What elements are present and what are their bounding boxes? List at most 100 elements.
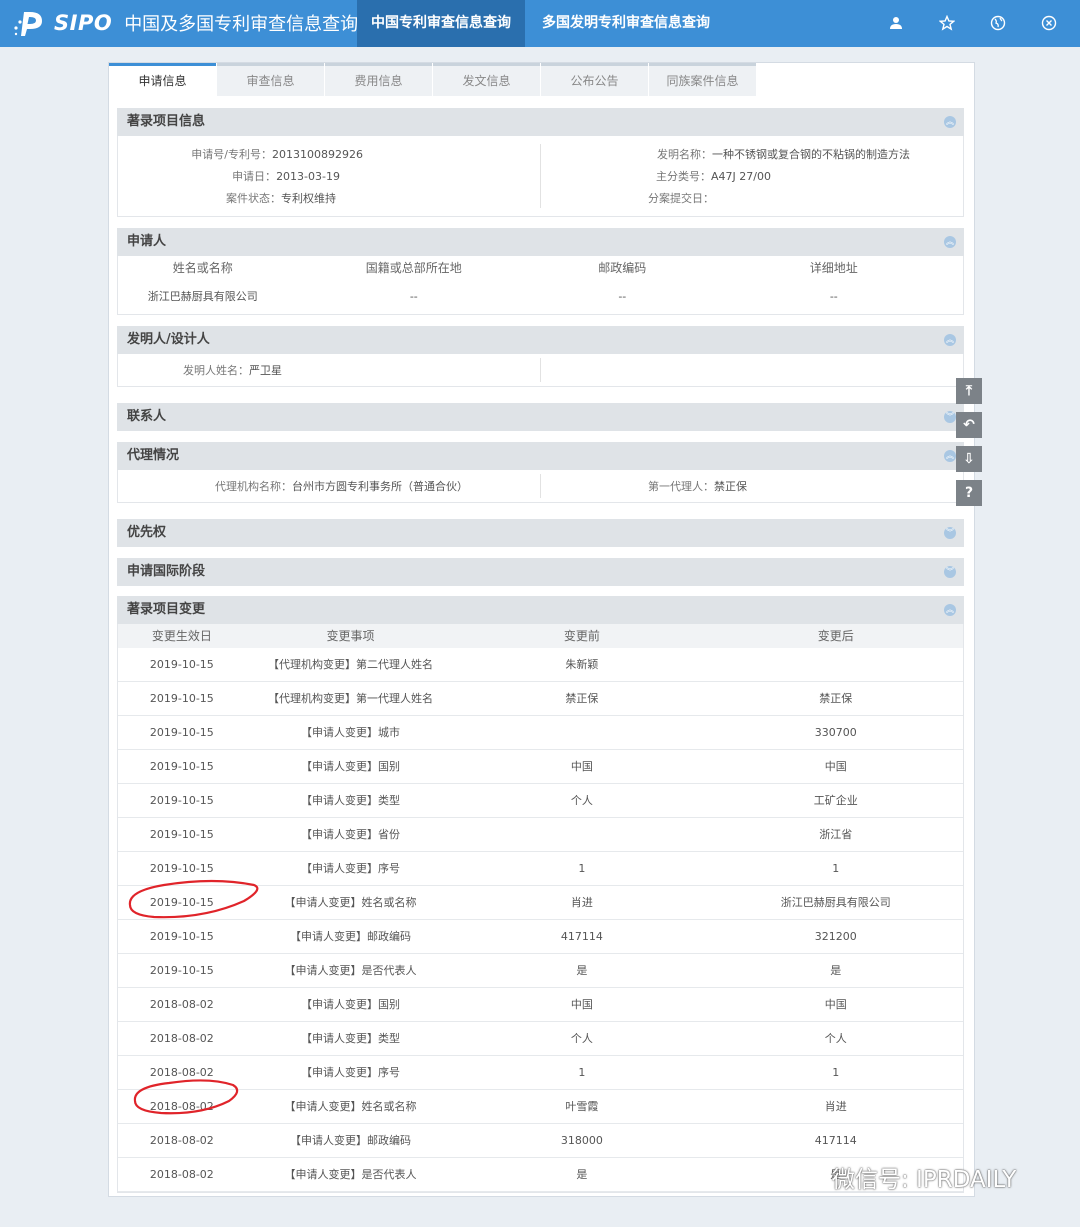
collapse-icon[interactable]: ︽ xyxy=(944,236,956,248)
section-header[interactable]: 优先权 ︾ xyxy=(117,519,964,547)
close-icon[interactable] xyxy=(1038,12,1060,34)
section-title: 优先权 xyxy=(127,525,167,540)
section-header[interactable]: 申请人 ︽ xyxy=(117,228,964,256)
value-before: 叶雪霞 xyxy=(565,1100,599,1113)
value-before: 318000 xyxy=(560,1134,603,1147)
main-classification: 主分类号：A47J 27/00 xyxy=(656,170,771,183)
column-divider xyxy=(540,474,541,498)
tab-dispatch-info[interactable]: 发文信息 xyxy=(433,63,540,96)
tab-fee-info[interactable]: 费用信息 xyxy=(325,63,432,96)
agency-name: 代理机构名称：台州市方圆专利事务所（普通合伙） xyxy=(215,480,468,493)
column-divider xyxy=(540,358,541,382)
applicant-table-header: 姓名或名称 国籍或总部所在地 邮政编码 详细地址 xyxy=(118,256,963,280)
watermark: 微信号: IPRDAILY xyxy=(790,1160,1016,1194)
applicant-address: -- xyxy=(829,290,838,303)
logo-text: SIPO xyxy=(54,11,113,35)
inventor-section: 发明人/设计人 ︽ 发明人姓名：严卫星 xyxy=(117,326,964,387)
contact-section: 联系人 ︾ xyxy=(117,403,964,431)
section-header[interactable]: 联系人 ︾ xyxy=(117,403,964,431)
table-row: 2019-10-15 【申请人变更】是否代表人 是 是 xyxy=(118,954,963,988)
value-after: 中国 xyxy=(824,760,847,773)
collapse-icon[interactable]: ︾ xyxy=(944,566,956,578)
top-bar: SIPO 中国及多国专利审查信息查询 中国专利审查信息查询 多国发明专利审查信息… xyxy=(0,0,1080,47)
section-body: 代理机构名称：台州市方圆专利事务所（普通合伙） 第一代理人：禁正保 xyxy=(117,470,964,503)
section-header[interactable]: 代理情况 ︽ xyxy=(117,442,964,470)
info-tabs: 申请信息 审查信息 费用信息 发文信息 公布公告 同族案件信息 xyxy=(109,63,757,96)
collapse-icon[interactable]: ︾ xyxy=(944,527,956,539)
value-before: 417114 xyxy=(560,930,603,943)
application-number: 申请号/专利号：2013100892926 xyxy=(191,148,363,161)
tab-publication[interactable]: 公布公告 xyxy=(541,63,648,96)
division-date: 分案提交日： xyxy=(648,192,714,205)
change-item: 【申请人变更】序号 xyxy=(300,1066,400,1079)
change-date: 2018-08-02 xyxy=(149,1032,214,1045)
value-before: 是 xyxy=(576,1168,588,1181)
collapse-icon[interactable]: ︽ xyxy=(944,450,956,462)
help-icon[interactable]: ? xyxy=(956,480,982,506)
applicant-postcode: -- xyxy=(618,290,627,303)
collapse-icon[interactable]: ︽ xyxy=(944,334,956,346)
change-date: 2018-08-02 xyxy=(149,1134,214,1147)
value-before: 朱新颖 xyxy=(565,658,599,671)
nav-tab-china[interactable]: 中国专利审查信息查询 xyxy=(357,0,525,47)
change-date: 2019-10-15 xyxy=(149,726,214,739)
globe-icon[interactable] xyxy=(987,12,1009,34)
star-icon[interactable] xyxy=(936,12,958,34)
change-item: 【申请人变更】姓名或名称 xyxy=(284,1100,417,1113)
inventor-name: 发明人姓名：严卫星 xyxy=(183,364,282,377)
section-header[interactable]: 著录项目信息 ︽ xyxy=(117,108,964,136)
download-icon[interactable]: ⇩ xyxy=(956,446,982,472)
value-after: 浙江巴赫厨具有限公司 xyxy=(780,896,891,909)
table-row: 2019-10-15 【申请人变更】国别 中国 中国 xyxy=(118,750,963,784)
tab-family-cases[interactable]: 同族案件信息 xyxy=(649,63,756,96)
tab-application-info[interactable]: 申请信息 xyxy=(109,63,216,96)
wechat-icon xyxy=(791,1165,822,1189)
section-body: 发明人姓名：严卫星 xyxy=(117,354,964,387)
section-header[interactable]: 申请国际阶段 ︾ xyxy=(117,558,964,586)
section-title: 发明人/设计人 xyxy=(127,332,210,347)
table-row: 2019-10-15 【申请人变更】城市 330700 xyxy=(118,716,963,750)
section-header[interactable]: 发明人/设计人 ︽ xyxy=(117,326,964,354)
change-item: 【申请人变更】邮政编码 xyxy=(289,1134,411,1147)
table-row: 2019-10-15 【申请人变更】省份 浙江省 xyxy=(118,818,963,852)
application-date: 申请日：2013-03-19 xyxy=(232,170,340,183)
column-header: 姓名或名称 xyxy=(172,261,233,275)
table-row: 2018-08-02 【申请人变更】国别 中国 中国 xyxy=(118,988,963,1022)
annotation-circle xyxy=(128,879,259,919)
value-after: 1 xyxy=(832,862,840,875)
table-row: 2019-10-15 【申请人变更】类型 个人 工矿企业 xyxy=(118,784,963,818)
change-item: 【申请人变更】是否代表人 xyxy=(284,964,417,977)
value-after: 330700 xyxy=(814,726,857,739)
collapse-icon[interactable]: ︽ xyxy=(944,604,956,616)
section-title: 申请国际阶段 xyxy=(127,564,206,579)
table-row: 2018-08-02 【申请人变更】类型 个人 个人 xyxy=(118,1022,963,1056)
value-after: 肖进 xyxy=(824,1100,847,1113)
value-before: 是 xyxy=(576,964,588,977)
change-item: 【申请人变更】类型 xyxy=(300,794,400,807)
back-to-top-icon[interactable]: ⤒ xyxy=(956,378,982,404)
table-row: 2019-10-15 【代理机构变更】第二代理人姓名 朱新颖 xyxy=(118,648,963,682)
change-date: 2019-10-15 xyxy=(149,692,214,705)
tab-examination-info[interactable]: 审查信息 xyxy=(217,63,324,96)
collapse-icon[interactable]: ︽ xyxy=(944,116,956,128)
value-after xyxy=(709,648,963,681)
change-item: 【申请人变更】序号 xyxy=(300,862,400,875)
section-header[interactable]: 著录项目变更 ︽ xyxy=(117,596,964,624)
section-body: 申请号/专利号：2013100892926 申请日：2013-03-19 案件状… xyxy=(117,136,964,217)
value-before: 中国 xyxy=(570,760,593,773)
table-row: 2019-10-15 【代理机构变更】第一代理人姓名 禁正保 禁正保 xyxy=(118,682,963,716)
user-icon[interactable] xyxy=(885,12,907,34)
sipo-logo[interactable]: SIPO 中国及多国专利审查信息查询 xyxy=(12,8,358,38)
nav-tab-multinational[interactable]: 多国发明专利审查信息查询 xyxy=(528,0,724,47)
column-header: 国籍或总部所在地 xyxy=(365,261,462,275)
change-item: 【代理机构变更】第一代理人姓名 xyxy=(267,692,433,705)
change-item: 【申请人变更】城市 xyxy=(300,726,400,739)
collapse-icon[interactable]: ︾ xyxy=(944,411,956,423)
changes-table-header: 变更生效日 变更事项 变更前 变更后 xyxy=(118,624,963,648)
undo-icon[interactable]: ↶ xyxy=(956,412,982,438)
change-item: 【申请人变更】是否代表人 xyxy=(284,1168,417,1181)
sipo-logo-icon xyxy=(14,12,42,36)
change-item: 【申请人变更】类型 xyxy=(300,1032,400,1045)
applicant-name: 浙江巴赫厨具有限公司 xyxy=(147,290,258,303)
value-after: 321200 xyxy=(814,930,857,943)
